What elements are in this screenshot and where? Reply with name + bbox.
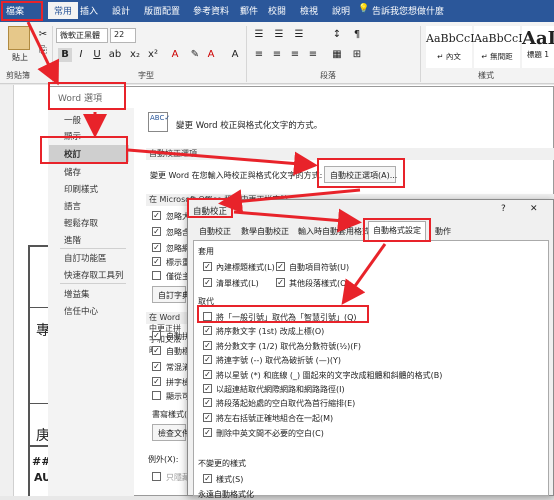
annotation-arrows bbox=[26, 21, 387, 305]
